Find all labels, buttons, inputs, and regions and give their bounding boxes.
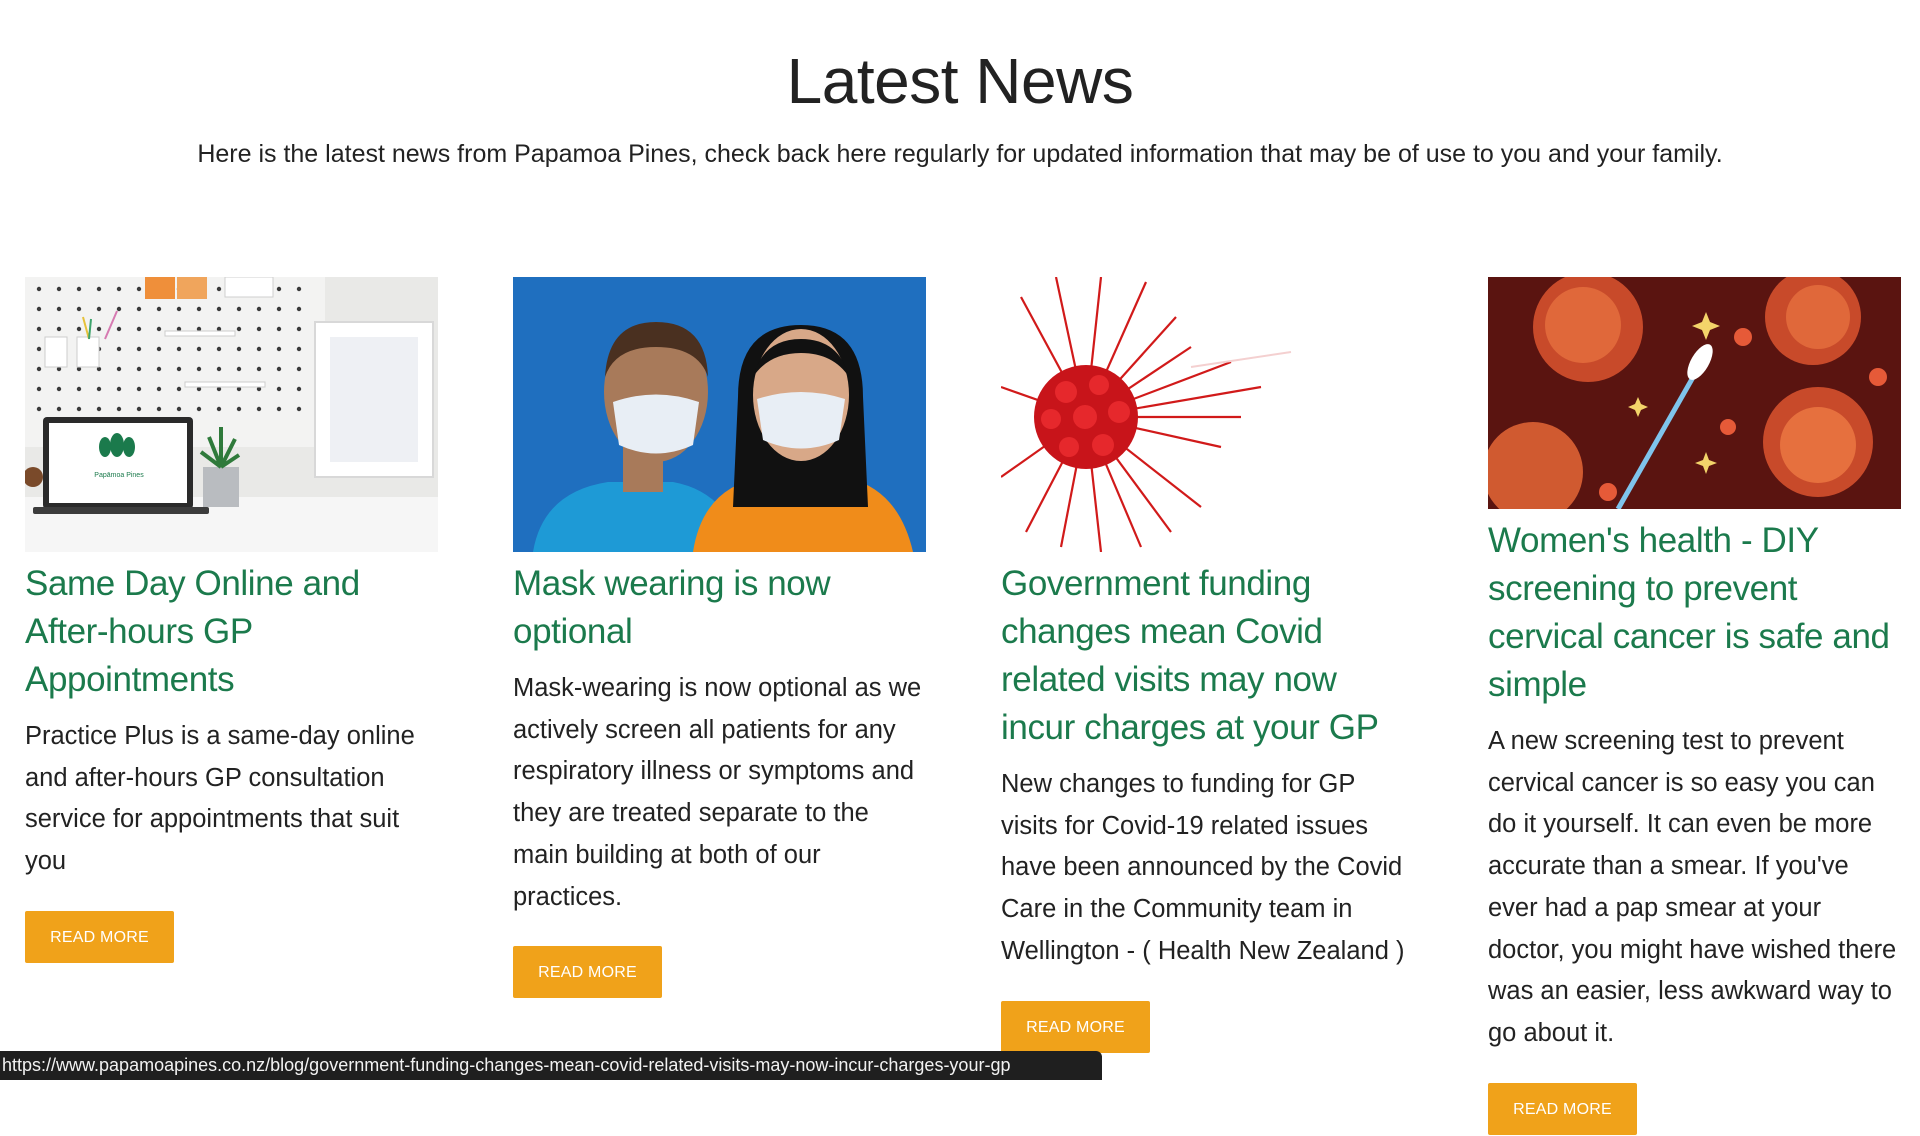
read-more-button[interactable]: READ MORE — [1488, 1082, 1637, 1135]
page-title: Latest News — [786, 45, 1134, 117]
svg-text:Papāmoa Pines: Papāmoa Pines — [94, 472, 144, 479]
swab-and-cells-image[interactable] — [1488, 277, 1901, 509]
article-title[interactable]: Mask wearing is now optional — [513, 560, 926, 656]
news-card: Mask wearing is now optional Mask-wearin… — [513, 277, 926, 999]
desk-with-laptop-image[interactable]: Papāmoa Pines — [25, 277, 438, 552]
read-more-button[interactable]: READ MORE — [513, 946, 662, 999]
link-preview-status-bar: https://www.papamoapines.co.nz/blog/gove… — [0, 1051, 1102, 1080]
article-excerpt: Practice Plus is a same-day online and a… — [25, 722, 415, 876]
people-wearing-masks-image[interactable] — [513, 277, 926, 552]
news-card: Government funding changes mean Covid re… — [1001, 277, 1414, 1053]
read-more-button[interactable]: READ MORE — [25, 910, 174, 963]
article-excerpt: Mask-wearing is now optional as we activ… — [513, 674, 922, 911]
news-card: Women's health - DIY screening to preven… — [1488, 277, 1901, 1135]
virus-image[interactable] — [1001, 277, 1414, 552]
article-title[interactable]: Women's health - DIY screening to preven… — [1488, 517, 1901, 709]
news-card: Papāmoa Pines Same Day Online and After-… — [25, 277, 438, 963]
article-excerpt: New changes to funding for GP visits for… — [1001, 770, 1405, 965]
article-title[interactable]: Government funding changes mean Covid re… — [1001, 560, 1414, 752]
article-excerpt: A new screening test to prevent cervical… — [1488, 727, 1897, 1047]
article-title[interactable]: Same Day Online and After-hours GP Appoi… — [25, 560, 438, 704]
read-more-button[interactable]: READ MORE — [1001, 1000, 1150, 1053]
page-intro: Here is the latest news from Papamoa Pin… — [197, 140, 1723, 168]
